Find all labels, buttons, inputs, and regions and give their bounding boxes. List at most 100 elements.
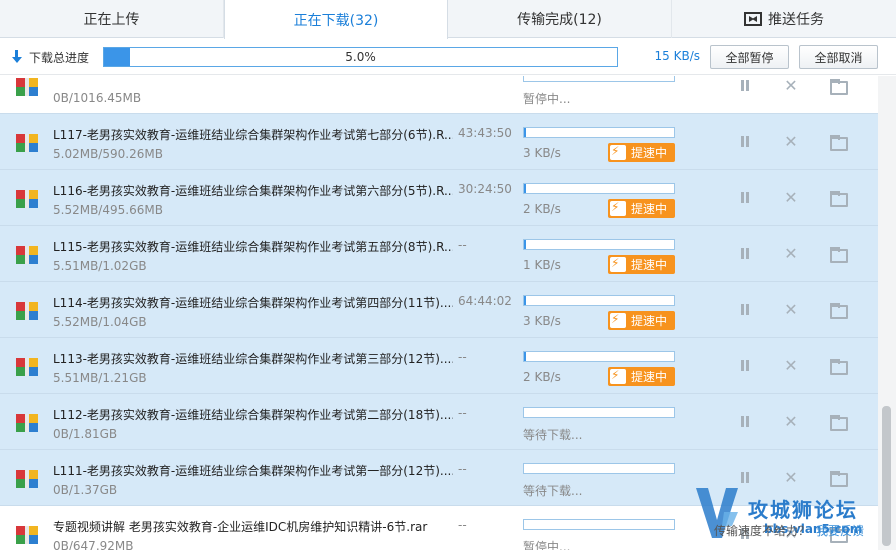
- rar-archive-icon: [16, 190, 38, 208]
- feedback-text: 传输速度不给力？: [714, 524, 811, 538]
- folder-icon[interactable]: [829, 134, 848, 151]
- pause-icon[interactable]: [737, 302, 753, 318]
- file-size: 5.51MB/1.02GB: [53, 259, 147, 273]
- time-remaining: 64:44:02: [458, 294, 512, 308]
- file-progress-bar: [523, 351, 675, 362]
- file-progress-bar: [523, 295, 675, 306]
- folder-icon[interactable]: [829, 78, 848, 95]
- tab-completed[interactable]: 传输完成(12): [448, 0, 672, 38]
- speed-boost-badge[interactable]: 提速中: [608, 199, 675, 218]
- file-progress-bar: [523, 519, 675, 530]
- rar-archive-icon: [16, 358, 38, 376]
- delete-icon[interactable]: ✕: [783, 190, 799, 206]
- file-size: 5.52MB/495.66MB: [53, 203, 163, 217]
- tab-push-tasks[interactable]: 推送任务: [672, 0, 896, 38]
- delete-icon[interactable]: ✕: [783, 302, 799, 318]
- file-name: L113-老男孩实效教育-运维班结业综合集群架构作业考试第三部分(12节)...…: [53, 352, 453, 366]
- delete-icon[interactable]: ✕: [783, 134, 799, 150]
- boost-label: 提速中: [631, 314, 668, 328]
- tab-push-tasks-label: 推送任务: [768, 12, 824, 28]
- lightning-icon: [610, 312, 626, 328]
- lightning-icon: [610, 368, 626, 384]
- delete-icon[interactable]: ✕: [783, 470, 799, 486]
- lightning-icon: [610, 200, 626, 216]
- file-progress-bar: [523, 239, 675, 250]
- scrollbar[interactable]: [878, 76, 896, 550]
- time-remaining: 30:24:50: [458, 182, 512, 196]
- pause-icon[interactable]: [737, 78, 753, 94]
- file-speed: 等待下载...: [523, 484, 583, 498]
- scrollbar-thumb[interactable]: [882, 406, 891, 546]
- folder-icon[interactable]: [829, 246, 848, 263]
- boost-label: 提速中: [631, 370, 668, 384]
- pause-icon[interactable]: [737, 470, 753, 486]
- download-row[interactable]: L113-老男孩实效教育-运维班结业综合集群架构作业考试第三部分(12节)...…: [0, 338, 878, 394]
- pause-all-button[interactable]: 全部暂停: [710, 45, 789, 69]
- folder-icon[interactable]: [829, 190, 848, 207]
- cancel-all-button[interactable]: 全部取消: [799, 45, 878, 69]
- file-speed: 3 KB/s: [523, 314, 561, 328]
- file-size: 0B/1.81GB: [53, 427, 118, 441]
- download-row[interactable]: L116-老男孩实效教育-运维班结业综合集群架构作业考试第六部分(5节).R..…: [0, 170, 878, 226]
- pause-icon[interactable]: [737, 134, 753, 150]
- lightning-icon: [610, 256, 626, 272]
- file-progress-bar: [523, 183, 675, 194]
- download-row[interactable]: L117-老男孩实效教育-运维班结业综合集群架构作业考试第七部分(6节).R..…: [0, 114, 878, 170]
- pause-icon[interactable]: [737, 414, 753, 430]
- folder-icon[interactable]: [829, 358, 848, 375]
- download-row[interactable]: L111-老男孩实效教育-运维班结业综合集群架构作业考试第一部分(12节)...…: [0, 450, 878, 506]
- rar-archive-icon: [16, 78, 38, 96]
- tab-bar: 正在上传 正在下载(32) 传输完成(12) 推送任务: [0, 0, 896, 39]
- file-progress-fill: [524, 296, 527, 305]
- speed-boost-badge[interactable]: 提速中: [608, 255, 675, 274]
- file-size: 0B/647.92MB: [53, 539, 134, 550]
- push-task-icon: [744, 12, 762, 26]
- time-remaining: --: [458, 238, 467, 252]
- file-speed: 暂停中...: [523, 92, 571, 106]
- folder-icon[interactable]: [829, 302, 848, 319]
- file-progress-fill: [524, 352, 527, 361]
- speed-boost-badge[interactable]: 提速中: [608, 143, 675, 162]
- speed-boost-badge[interactable]: 提速中: [608, 367, 675, 386]
- file-progress-fill: [524, 240, 527, 249]
- tab-uploading[interactable]: 正在上传: [0, 0, 224, 38]
- pause-icon[interactable]: [737, 246, 753, 262]
- boost-label: 提速中: [631, 146, 668, 160]
- file-size: 5.52MB/1.04GB: [53, 315, 147, 329]
- delete-icon[interactable]: ✕: [783, 414, 799, 430]
- rar-archive-icon: [16, 134, 38, 152]
- delete-icon[interactable]: ✕: [783, 78, 799, 94]
- pause-icon[interactable]: [737, 190, 753, 206]
- download-row[interactable]: 0B/1016.45MB 暂停中... ✕: [0, 76, 878, 114]
- download-row[interactable]: L112-老男孩实效教育-运维班结业综合集群架构作业考试第二部分(18节)...…: [0, 394, 878, 450]
- rar-archive-icon: [16, 414, 38, 432]
- file-speed: 1 KB/s: [523, 258, 561, 272]
- speed-boost-badge[interactable]: 提速中: [608, 311, 675, 330]
- delete-icon[interactable]: ✕: [783, 358, 799, 374]
- tab-downloading[interactable]: 正在下载(32): [224, 0, 448, 39]
- pause-icon[interactable]: [737, 358, 753, 374]
- rar-archive-icon: [16, 470, 38, 488]
- rar-archive-icon: [16, 526, 38, 544]
- total-speed: 15 KB/s: [654, 49, 700, 63]
- file-size: 5.51MB/1.21GB: [53, 371, 147, 385]
- time-remaining: --: [458, 518, 467, 532]
- file-size: 0B/1.37GB: [53, 483, 118, 497]
- file-progress-fill: [524, 128, 527, 137]
- time-remaining: 43:43:50: [458, 126, 512, 140]
- rar-archive-icon: [16, 302, 38, 320]
- file-name: L112-老男孩实效教育-运维班结业综合集群架构作业考试第二部分(18节)...…: [53, 408, 453, 422]
- download-progress-header: 下载总进度 5.0% 15 KB/s 全部暂停 全部取消: [0, 39, 896, 75]
- folder-icon[interactable]: [829, 470, 848, 487]
- delete-icon[interactable]: ✕: [783, 246, 799, 262]
- rar-archive-icon: [16, 246, 38, 264]
- file-speed: 3 KB/s: [523, 146, 561, 160]
- download-row[interactable]: L114-老男孩实效教育-运维班结业综合集群架构作业考试第四部分(11节)...…: [0, 282, 878, 338]
- file-speed: 2 KB/s: [523, 202, 561, 216]
- feedback-link[interactable]: 我要反馈: [816, 524, 864, 538]
- time-remaining: --: [458, 350, 467, 364]
- total-progress-bar: 5.0%: [103, 47, 618, 67]
- folder-icon[interactable]: [829, 414, 848, 431]
- download-row[interactable]: L115-老男孩实效教育-运维班结业综合集群架构作业考试第五部分(8节).R..…: [0, 226, 878, 282]
- time-remaining: --: [458, 406, 467, 420]
